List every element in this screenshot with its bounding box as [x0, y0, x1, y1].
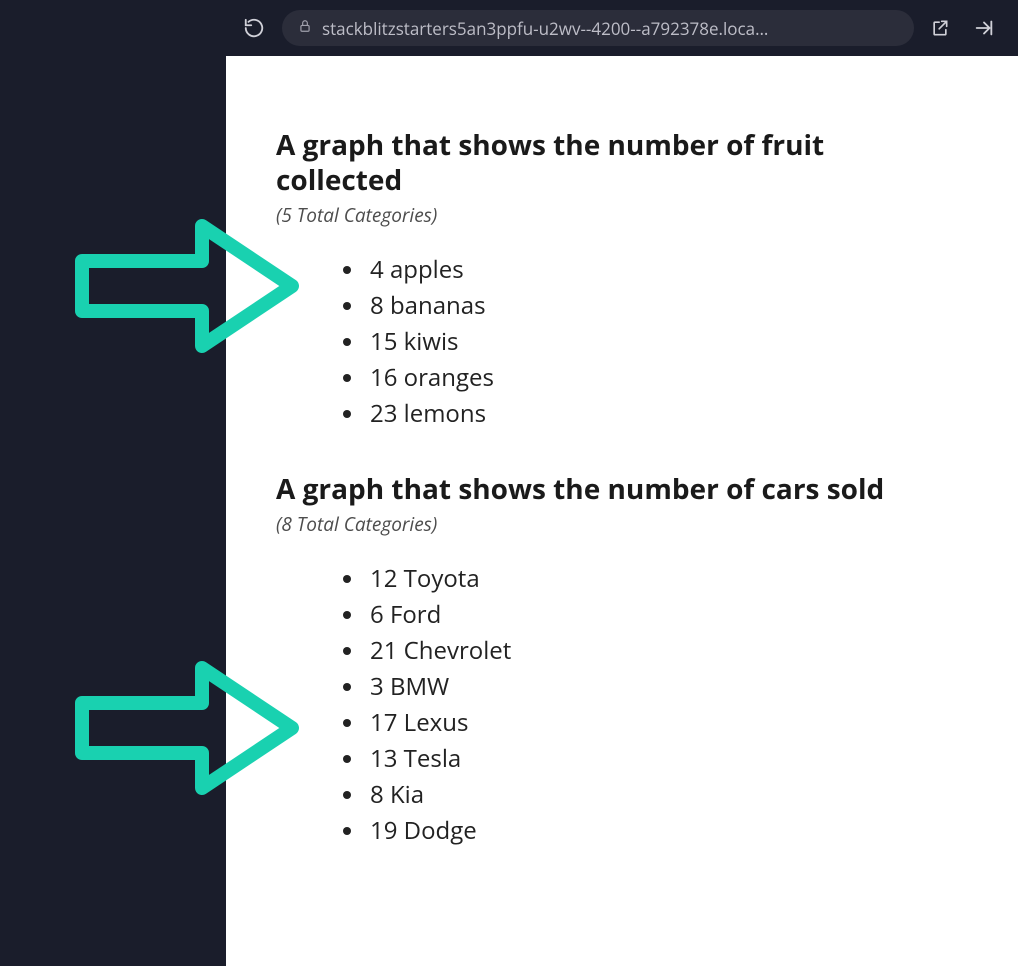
cars-section-subtitle: (8 Total Categories) [276, 511, 978, 537]
fruit-section-subtitle: (5 Total Categories) [276, 202, 978, 228]
list-item: 4 apples [366, 252, 978, 288]
open-external-icon [930, 18, 950, 38]
reload-icon [243, 17, 265, 39]
list-item: 19 Dodge [366, 813, 978, 849]
fruit-list: 4 apples8 bananas15 kiwis16 oranges23 le… [276, 252, 978, 432]
fruit-section: A graph that shows the number of fruit c… [276, 128, 978, 432]
collapse-button[interactable] [970, 14, 998, 42]
list-item: 8 Kia [366, 777, 978, 813]
preview-pane: A graph that shows the number of fruit c… [226, 56, 1018, 966]
open-external-button[interactable] [926, 14, 954, 42]
cars-section-title: A graph that shows the number of cars so… [276, 472, 896, 507]
list-item: 8 bananas [366, 288, 978, 324]
list-item: 16 oranges [366, 360, 978, 396]
list-item: 23 lemons [366, 396, 978, 432]
list-item: 15 kiwis [366, 324, 978, 360]
cars-section: A graph that shows the number of cars so… [276, 472, 978, 849]
cars-list: 12 Toyota6 Ford21 Chevrolet3 BMW17 Lexus… [276, 561, 978, 849]
fruit-section-title: A graph that shows the number of fruit c… [276, 128, 896, 198]
list-item: 12 Toyota [366, 561, 978, 597]
reload-button[interactable] [238, 12, 270, 44]
toolbar-actions [926, 14, 1006, 42]
list-item: 6 Ford [366, 597, 978, 633]
url-text: stackblitzstarters5an3ppfu-u2wv--4200--a… [322, 17, 768, 40]
browser-toolbar: stackblitzstarters5an3ppfu-u2wv--4200--a… [226, 0, 1018, 56]
list-item: 17 Lexus [366, 705, 978, 741]
arrow-collapse-icon [973, 17, 995, 39]
list-item: 3 BMW [366, 669, 978, 705]
list-item: 13 Tesla [366, 741, 978, 777]
lock-icon [298, 19, 312, 38]
url-bar[interactable]: stackblitzstarters5an3ppfu-u2wv--4200--a… [282, 10, 914, 46]
list-item: 21 Chevrolet [366, 633, 978, 669]
